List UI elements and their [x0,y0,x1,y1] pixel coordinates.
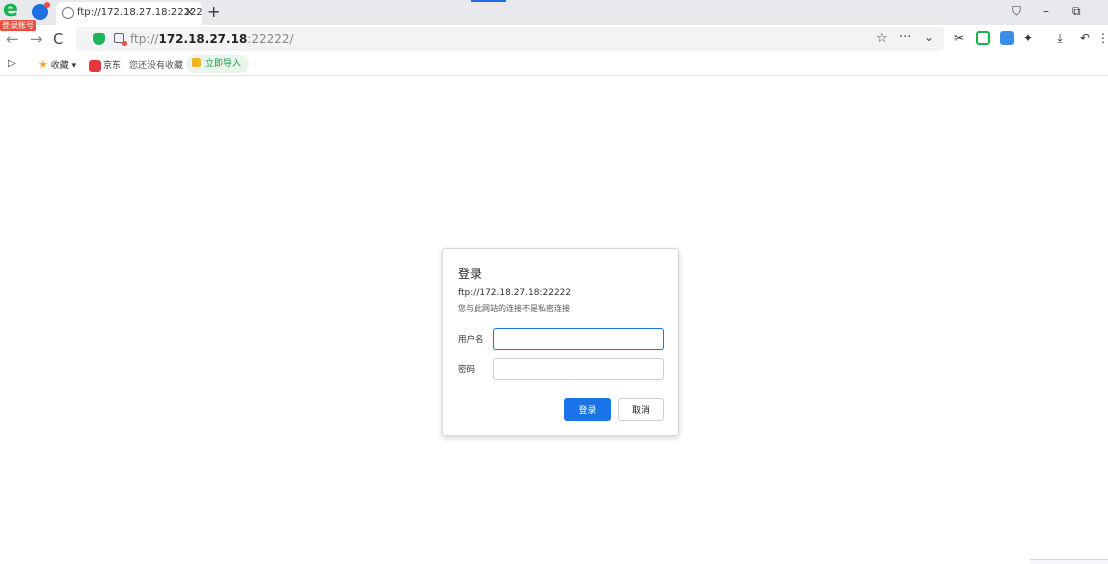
loading-indicator [471,0,506,2]
menu-icon[interactable]: ⋮ [1097,31,1108,45]
dialog-warning: 您与此网站的连接不是私密连接 [458,304,570,313]
corner-widget-edge [1030,559,1108,564]
globe-icon [62,7,74,19]
navigation-bar: ← → C ftp://172.18.27.18:22222/ ☆ ··· ⌄ … [0,25,1108,53]
password-field[interactable] [493,358,664,380]
bookmarks-bar: ▷ ★ 收藏 ▾ 京东 您还没有收藏 立即导入 [0,53,1108,76]
dialog-title: 登录 [458,267,483,281]
minimize-button[interactable]: – [1043,4,1049,18]
back-icon[interactable]: ← [6,30,19,48]
import-icon [192,58,201,67]
new-tab-button[interactable]: + [207,2,220,21]
password-label: 密码 [458,365,476,375]
url-text[interactable]: ftp://172.18.27.18:22222/ [130,32,294,46]
bookmark-favorites[interactable]: ★ 收藏 ▾ [38,58,76,71]
cancel-button[interactable]: 取消 [618,398,664,421]
download-icon[interactable]: ⤓ [1053,31,1067,45]
tab-close-icon[interactable]: ✕ [185,6,194,19]
import-bookmarks-button[interactable]: 立即导入 [186,55,250,73]
extension-icon[interactable] [32,2,50,20]
star-icon: ★ [38,58,48,71]
login-account-badge[interactable]: 登录账号 [0,20,36,31]
tab-ftp[interactable]: ftp://172.18.27.18:22222 ✕ [56,2,203,25]
chevron-down-icon[interactable]: ⌄ [924,30,934,44]
image-icon[interactable] [1000,31,1014,45]
browser-logo-icon[interactable]: e [3,0,23,21]
address-bar[interactable]: ftp://172.18.27.18:22222/ ☆ ··· ⌄ [76,27,944,51]
bookmark-jd[interactable]: 京东 [89,58,121,72]
jd-logo-icon [89,59,101,72]
bookmarks-empty-note: 您还没有收藏 [129,61,184,71]
dialog-url: ftp://172.18.27.18:22222 [458,288,572,298]
login-dialog: 登录 ftp://172.18.27.18:22222 您与此网站的连接不是私密… [442,248,679,436]
tab-strip: e 登录账号 ftp://172.18.27.18:22222 ✕ + ⛉ – … [0,0,1108,31]
insecure-lock-icon[interactable] [114,33,127,46]
shield-icon[interactable] [93,33,105,45]
username-field[interactable] [493,328,664,350]
username-label: 用户名 [458,335,484,345]
chat-icon[interactable] [976,31,990,45]
sidebar-toggle-icon[interactable]: ▷ [8,58,16,69]
skin-icon[interactable]: ⛉ [1012,4,1021,19]
star-icon[interactable]: ☆ [876,31,888,46]
restore-button[interactable]: ⧉ [1072,4,1081,19]
puzzle-icon[interactable]: ✦ [1021,31,1035,45]
undo-icon[interactable]: ↶ [1078,31,1092,45]
reload-icon[interactable]: C [53,30,63,48]
more-icon[interactable]: ··· [899,30,911,45]
login-button[interactable]: 登录 [564,398,611,421]
scissors-icon[interactable]: ✂ [952,31,966,45]
forward-icon[interactable]: → [30,30,43,48]
